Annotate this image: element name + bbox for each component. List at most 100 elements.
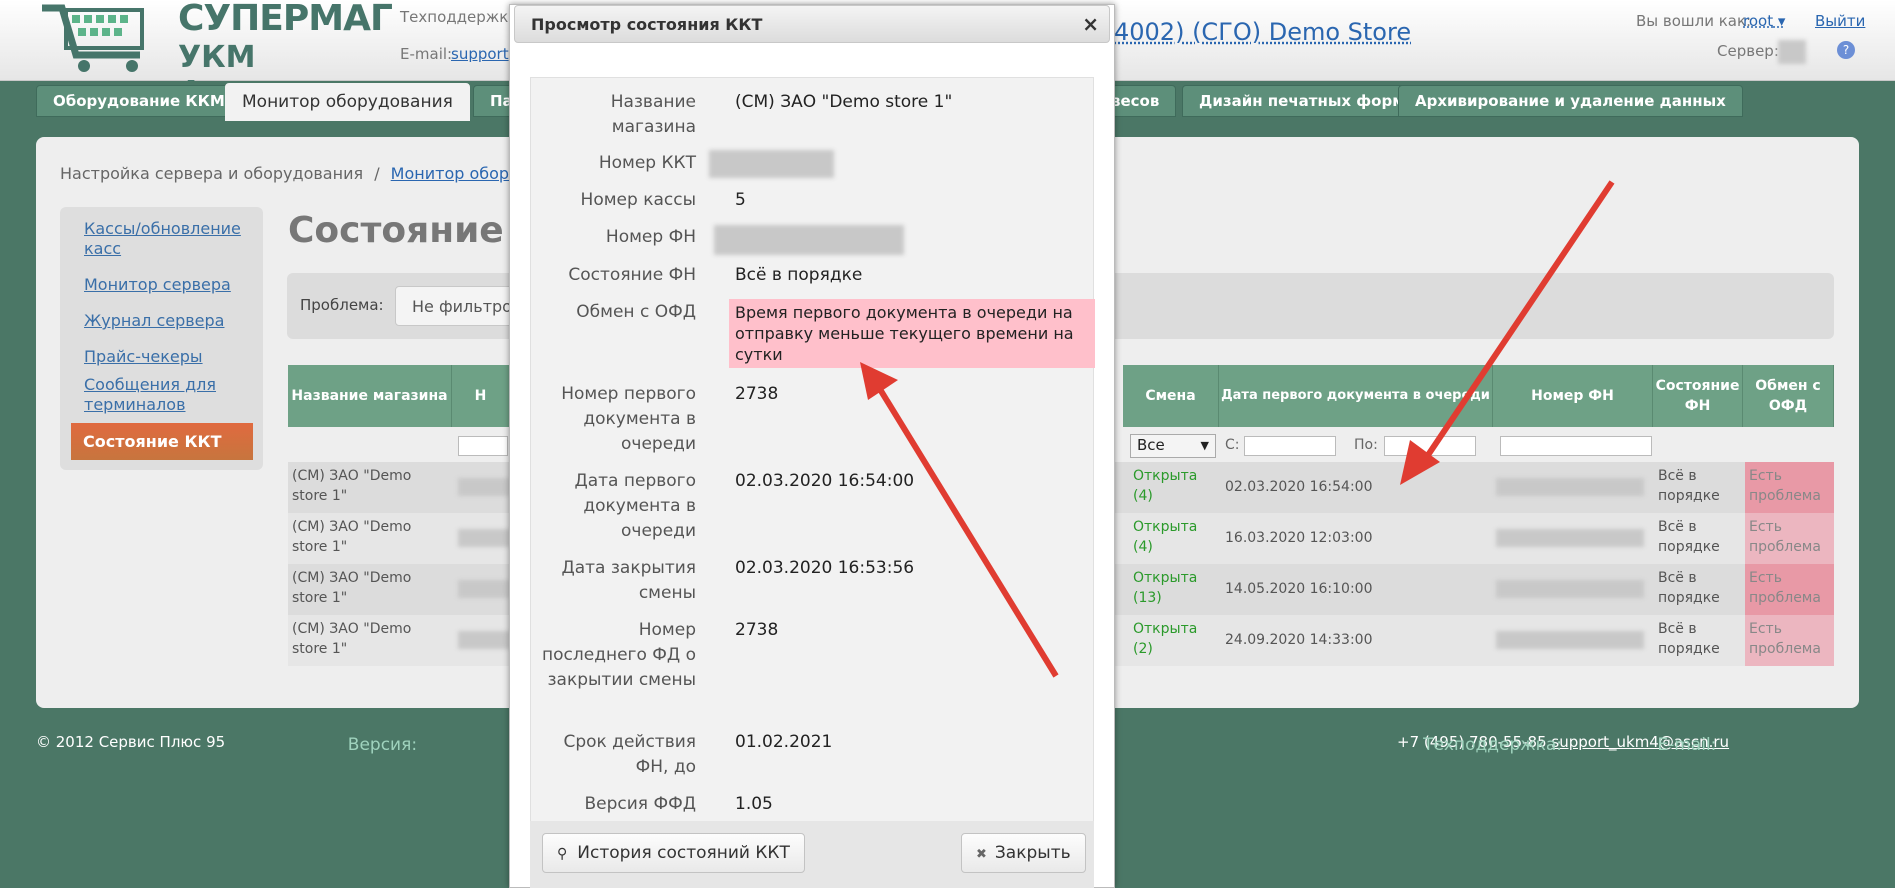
filter-shift-select[interactable]: Все ▼ (1130, 434, 1216, 458)
cell-n-blurred (458, 478, 510, 496)
dialog-body: Название магазина (СМ) ЗАО "Demo store 1… (530, 77, 1095, 823)
field-shift-close-label: Дата закрытия смены (561, 558, 696, 603)
field-fn-state-value: Всё в порядке (735, 265, 863, 285)
field-ofd-label: Обмен с ОФД (576, 302, 696, 322)
field-ofd-value: Время первого документа в очереди на отп… (729, 299, 1095, 368)
tab-equipment[interactable]: Оборудование ККМ (36, 85, 242, 117)
footer-left: © 2012 Сервис Плюс Версия: 95 (36, 733, 417, 755)
col-header-store[interactable]: Название магазина (288, 365, 452, 427)
filter-problem-select[interactable]: Не фильтро (395, 286, 525, 326)
field-fn-expiry-label: Срок действия ФН, до (563, 732, 696, 777)
close-icon[interactable]: × (1082, 12, 1099, 36)
field-ffd-version-value: 1.05 (735, 794, 773, 814)
field-first-doc-date-label: Дата первого документа в очереди (574, 471, 696, 541)
dialog-header: Просмотр состояния ККТ × (514, 5, 1110, 43)
cell-n-blurred (458, 529, 510, 547)
col-header-fn-state[interactable]: Состояние ФН (1653, 365, 1743, 427)
filter-shift-value: Все (1137, 436, 1165, 454)
cell-n-blurred (458, 631, 510, 649)
field-register-label: Номер кассы (580, 190, 696, 210)
support-email-link[interactable]: support (451, 45, 509, 63)
version-value: 95 (206, 733, 226, 751)
footer-support-label: Техподдержка: (1423, 735, 1562, 755)
sidebar-item-price-checkers[interactable]: Прайс-чекеры (84, 347, 203, 367)
help-icon[interactable]: ? (1837, 41, 1855, 59)
cell-first-doc-date: 02.03.2020 16:54:00 (1225, 479, 1373, 495)
server-value-blurred (1778, 40, 1806, 64)
col-header-shift[interactable]: Смена (1123, 365, 1219, 427)
sidebar-item-server-log[interactable]: Журнал сервера (84, 311, 224, 331)
filter-fn-input[interactable] (1500, 436, 1652, 456)
field-store-label: Название магазина (610, 92, 696, 137)
cell-first-doc-date: 14.05.2020 16:10:00 (1225, 581, 1373, 597)
close-x-icon: ✖ (976, 847, 987, 862)
field-kkt-number-label: Номер ККТ (598, 153, 696, 173)
filter-to-label: По: (1354, 437, 1378, 453)
filter-n-input[interactable] (458, 436, 508, 456)
col-header-first-doc-date[interactable]: Дата первого документа в очереди (1219, 365, 1493, 427)
field-first-doc-number-label: Номер первого документа в очереди (561, 384, 696, 454)
filter-from-input[interactable] (1244, 436, 1336, 456)
filter-problem-label: Проблема: (300, 296, 384, 314)
field-first-doc-date-value: 02.03.2020 16:54:00 (735, 471, 915, 491)
field-store-value: (СМ) ЗАО "Demo store 1" (735, 92, 953, 112)
sidebar-item-messages[interactable]: Сообщения для терминалов (84, 375, 244, 415)
field-register-value: 5 (735, 190, 746, 210)
sidebar-item-kkt-state[interactable]: Состояние ККТ (71, 423, 253, 460)
version-label: Версия: (347, 735, 418, 755)
col-header-n[interactable]: Н (452, 365, 510, 427)
cell-fn-blurred (1496, 529, 1644, 547)
close-button[interactable]: ✖ Закрыть (961, 833, 1086, 873)
field-first-doc-number-value: 2738 (735, 384, 779, 404)
cart-icon (42, 4, 144, 72)
logged-label: Вы вошли как: (1636, 12, 1752, 30)
cell-fn-blurred (1496, 478, 1644, 496)
history-button[interactable]: ⚲ История состояний ККТ (542, 833, 805, 873)
cell-first-doc-date: 16.03.2020 12:03:00 (1225, 530, 1373, 546)
footer-right: Техподдержка: +7 (495) 780-55-85 E-mail:… (1397, 733, 1729, 755)
user-menu[interactable]: root ▾ (1743, 12, 1785, 30)
cell-first-doc-date: 24.09.2020 14:33:00 (1225, 632, 1373, 648)
sidebar-item-server-monitor[interactable]: Монитор сервера (84, 275, 231, 295)
kkt-state-dialog: Просмотр состояния ККТ × Название магази… (509, 4, 1115, 888)
field-fn-state-label: Состояние ФН (568, 265, 696, 285)
field-last-fd-label: Номер последнего ФД о закрытии смены (542, 620, 696, 690)
col-header-fn-number[interactable]: Номер ФН (1493, 365, 1653, 427)
cell-ofd-state: Есть проблема (1745, 462, 1834, 513)
cell-shift: Открыта (4) (1133, 468, 1198, 504)
filter-to-input[interactable] (1384, 436, 1476, 456)
user-name: root (1743, 12, 1774, 30)
cell-ofd-state: Есть проблема (1745, 564, 1834, 615)
logo-line1: СУПЕРМАГ (178, 0, 393, 39)
col-header-ofd[interactable]: Обмен с ОФД (1743, 365, 1834, 427)
footer-email-label: E-mail: (1657, 735, 1717, 755)
support-label: Техподдержка: (400, 8, 523, 26)
server-label: Сервер: (1717, 42, 1779, 60)
cell-fn-state: Всё в порядке (1658, 468, 1720, 504)
cell-ofd-state: Есть проблема (1745, 513, 1834, 564)
cell-n-blurred (458, 580, 510, 598)
store-link[interactable]: 4002) (СГО) Demo Store (1114, 18, 1411, 46)
copyright: © 2012 Сервис Плюс (36, 733, 202, 751)
cell-shift: Открыта (13) (1133, 570, 1198, 606)
cell-fn-blurred (1496, 631, 1644, 649)
field-kkt-number-blurred (709, 150, 834, 178)
logout-link[interactable]: Выйти (1815, 12, 1865, 30)
sidebar: Кассы/обновление касс Монитор сервера Жу… (60, 207, 263, 470)
field-fn-expiry-value: 01.02.2021 (735, 732, 833, 752)
field-fn-number-blurred (714, 225, 904, 255)
tab-monitor[interactable]: Монитор оборудования (225, 83, 470, 121)
cell-fn-state: Всё в порядке (1658, 621, 1720, 657)
tab-print-design[interactable]: Дизайн печатных форм (1182, 85, 1422, 117)
cell-store: (СМ) ЗАО "Demo store 1" (292, 468, 412, 504)
sidebar-item-registers[interactable]: Кассы/обновление касс (84, 219, 254, 259)
dialog-footer: ⚲ История состояний ККТ ✖ Закрыть (530, 821, 1094, 888)
tab-archive[interactable]: Архивирование и удаление данных (1398, 85, 1743, 117)
cell-fn-state: Всё в порядке (1658, 519, 1720, 555)
cell-store: (СМ) ЗАО "Demo store 1" (292, 621, 412, 657)
field-shift-close-value: 02.03.2020 16:53:56 (735, 558, 915, 578)
close-button-label: Закрыть (994, 843, 1071, 863)
cell-shift: Открыта (2) (1133, 621, 1198, 657)
filter-from-label: С: (1225, 437, 1240, 453)
chevron-down-icon: ▼ (1200, 439, 1209, 452)
